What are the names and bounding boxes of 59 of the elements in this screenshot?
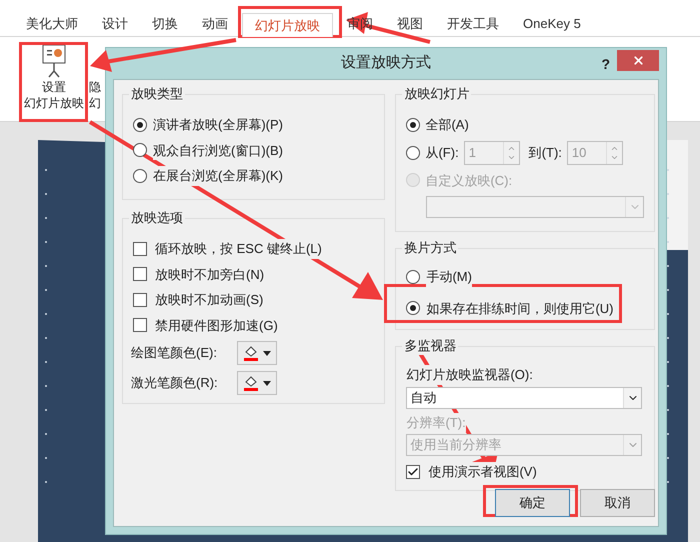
field-label: 绘图笔颜色(E): [131, 344, 218, 362]
button-label: 幻灯片放映 [24, 95, 84, 111]
option-label: 如果存在排练时间，则使用它(U) [426, 298, 614, 318]
window-title: 设置放映方式 [341, 53, 431, 74]
field-label: 分辨率(T): [406, 412, 466, 432]
close-button[interactable] [617, 50, 659, 71]
button-label: 隐 [89, 79, 101, 95]
radio-button[interactable] [406, 301, 420, 316]
option-label: 从(F): [425, 144, 459, 162]
option-label: 放映时不加动画(S) [155, 290, 264, 310]
color-picker[interactable] [237, 371, 277, 395]
ribbon-tab[interactable]: OneKey 5 [511, 12, 593, 36]
ribbon-tab[interactable]: 设计 [90, 12, 140, 36]
button-label: 幻 [89, 95, 101, 111]
close-icon [632, 54, 644, 67]
ribbon-tab[interactable]: 视图 [385, 12, 435, 36]
field-label: 幻灯片放映监视器(O): [406, 365, 533, 384]
paint-bucket-icon [243, 345, 259, 361]
checkbox[interactable] [133, 267, 147, 282]
option-label: 自定义放映(C): [425, 172, 512, 190]
field-label: 到(T): [528, 144, 562, 162]
radio-button[interactable] [406, 118, 420, 132]
option-label: 全部(A) [425, 116, 469, 134]
group-title: 换片方式 [402, 239, 458, 257]
field-label: 激光笔颜色(R): [131, 374, 219, 392]
ribbon-button[interactable]: 设置 幻灯片放映 [21, 37, 87, 121]
ribbon-tab[interactable]: 幻灯片放映 [242, 13, 333, 37]
checkbox[interactable] [133, 318, 147, 332]
group-title: 放映幻灯片 [402, 85, 472, 103]
group-title: 放映选项 [129, 209, 185, 227]
check-icon [407, 466, 420, 478]
paint-bucket-icon [243, 375, 259, 391]
dropdown-arrow-icon [263, 380, 271, 386]
option-label: 在展台浏览(全屏幕)(K) [153, 166, 283, 186]
checkbox[interactable] [133, 292, 147, 307]
dialog-button[interactable]: 确定 [495, 489, 570, 517]
group-title: 多监视器 [402, 337, 458, 355]
monitor-dropdown[interactable]: 自动 [406, 386, 642, 408]
checkbox[interactable] [133, 242, 147, 256]
group-title: 放映类型 [129, 85, 185, 103]
radio-button[interactable] [133, 118, 147, 132]
option-label: 循环放映，按 ESC 键终止(L) [155, 239, 322, 258]
ribbon-tab[interactable]: 开发工具 [435, 12, 511, 36]
ribbon-tab[interactable]: 美化大师 [14, 12, 90, 36]
option-label: 使用演示者视图(V) [428, 462, 537, 482]
radio-button[interactable] [406, 270, 420, 284]
radio-button[interactable] [133, 143, 147, 158]
checkbox[interactable] [406, 464, 420, 479]
option-label: 演讲者放映(全屏幕)(P) [153, 115, 283, 134]
help-button[interactable]: ? [601, 54, 610, 75]
dropdown-arrow-icon [263, 350, 271, 356]
ribbon-tab[interactable]: 切换 [140, 12, 190, 36]
ribbon-tab[interactable]: 动画 [190, 12, 240, 36]
option-label: 手动(M) [426, 267, 472, 286]
dialog-button[interactable]: 取消 [580, 489, 655, 517]
button-label: 设置 [42, 79, 66, 95]
radio-button[interactable] [406, 146, 420, 160]
radio-button[interactable] [133, 168, 147, 183]
color-picker[interactable] [237, 341, 277, 365]
